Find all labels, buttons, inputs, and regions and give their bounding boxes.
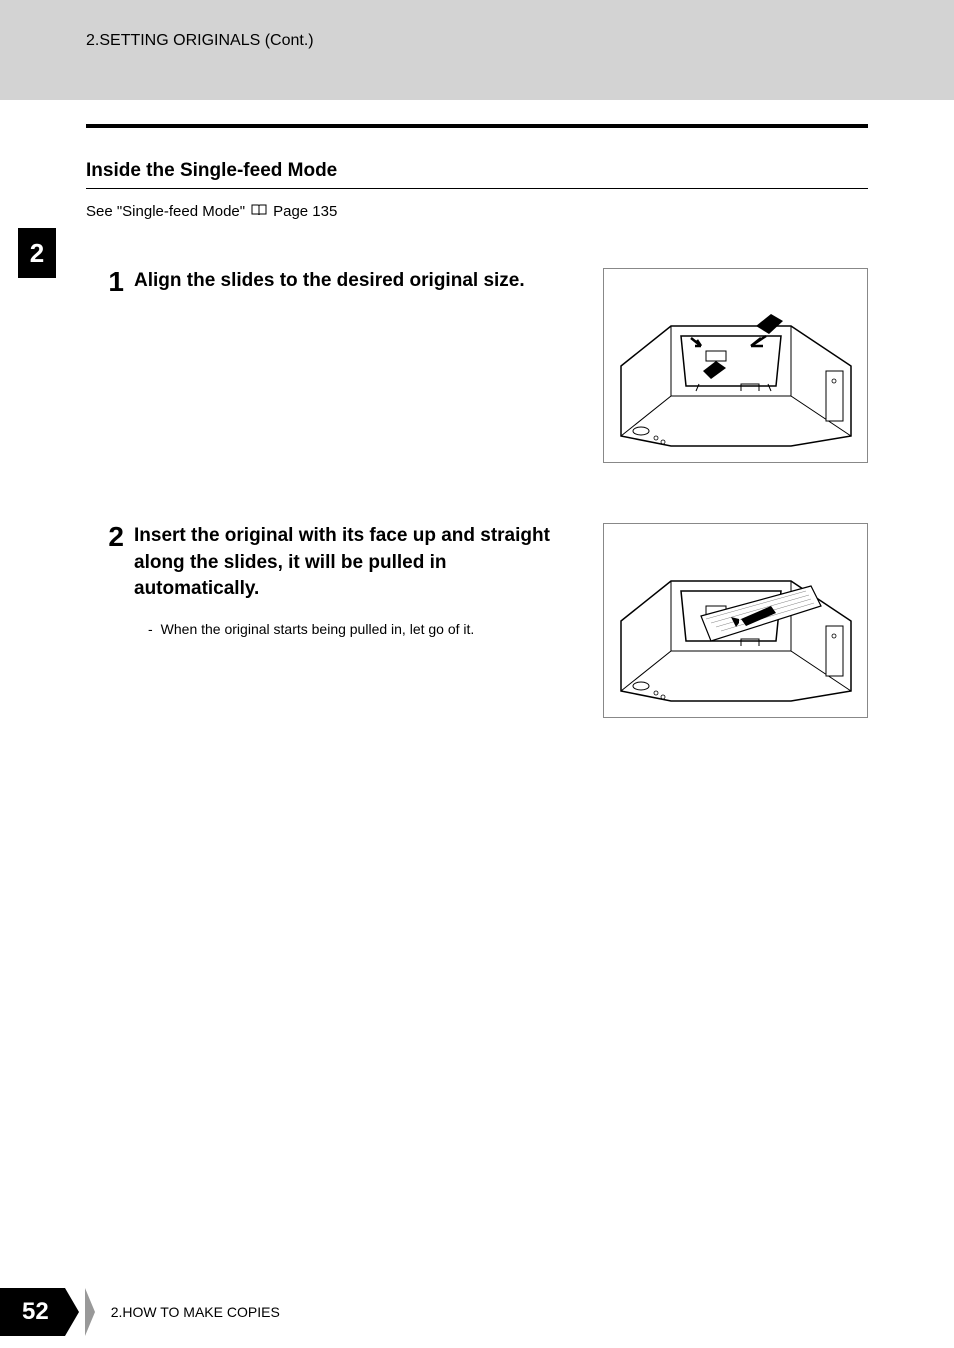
page-number: 52 [22, 1298, 49, 1325]
content-area: Inside the Single-feed Mode See "Single-… [0, 124, 954, 718]
section-header: Inside the Single-feed Mode [86, 160, 868, 189]
step-1-row: 1 Align the slides to the desired origin… [86, 268, 868, 463]
chapter-number: 2 [30, 238, 44, 269]
step-2-number-col: 2 [94, 523, 124, 718]
step-2-note-text: When the original starts being pulled in… [161, 621, 475, 637]
step-number: 1 [94, 268, 124, 296]
page-number-tab: 52 [0, 1288, 65, 1336]
footer-chevron-icon-2 [85, 1288, 95, 1336]
page-footer: 52 2.HOW TO MAKE COPIES [0, 1276, 954, 1348]
step-2-title: Insert the original with its face up and… [134, 523, 554, 603]
step-2-text-col: Insert the original with its face up and… [134, 523, 554, 718]
bullet-dash: - [148, 621, 153, 637]
step-1-title: Align the slides to the desired original… [134, 268, 554, 295]
step-number: 2 [94, 523, 124, 551]
step-2-notes: - When the original starts being pulled … [134, 621, 554, 637]
step-2-note-item: - When the original starts being pulled … [148, 621, 554, 637]
printer-insert-icon [611, 531, 861, 711]
footer-chevron-icon [65, 1288, 79, 1336]
step-2-row: 2 Insert the original with its face up a… [86, 523, 868, 718]
reference-text-page: Page 135 [273, 203, 337, 220]
printer-slides-icon [611, 276, 861, 456]
footer-chapter-label: 2.HOW TO MAKE COPIES [111, 1304, 280, 1320]
step-2-left: 2 Insert the original with its face up a… [94, 523, 603, 718]
page-header: 2.SETTING ORIGINALS (Cont.) [0, 0, 954, 100]
book-icon [251, 203, 267, 220]
step-1-text-col: Align the slides to the desired original… [134, 268, 554, 463]
reference-text-prefix: See "Single-feed Mode" [86, 203, 245, 220]
step-2-illustration [603, 523, 868, 718]
step-1-left: 1 Align the slides to the desired origin… [94, 268, 603, 463]
section-reference: See "Single-feed Mode" Page 135 [86, 203, 868, 220]
step-1-number-col: 1 [94, 268, 124, 463]
header-breadcrumb: 2.SETTING ORIGINALS (Cont.) [86, 32, 954, 50]
chapter-tab: 2 [18, 228, 56, 278]
horizontal-rule-thick [86, 124, 868, 128]
section-title: Inside the Single-feed Mode [86, 160, 868, 182]
step-1-illustration [603, 268, 868, 463]
